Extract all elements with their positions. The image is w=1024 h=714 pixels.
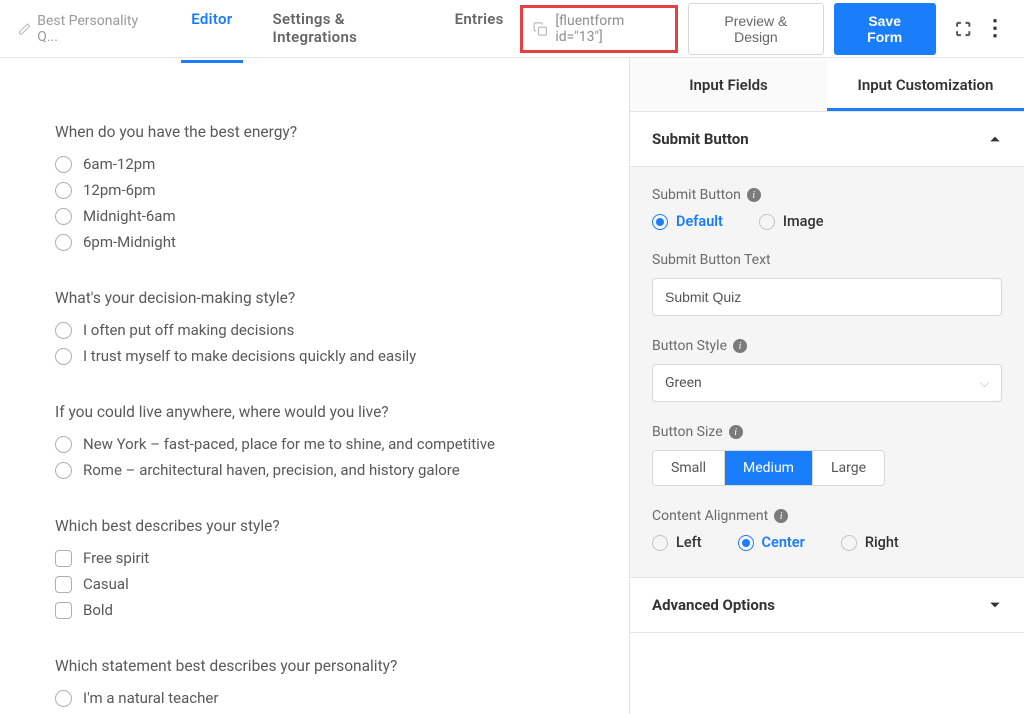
radio-icon: [55, 234, 72, 251]
info-icon[interactable]: i: [747, 188, 761, 202]
question-block: If you could live anywhere, where would …: [55, 403, 574, 479]
submit-text-input[interactable]: [652, 278, 1002, 316]
radio-icon: [55, 208, 72, 225]
question-block: Which statement best describes your pers…: [55, 657, 574, 714]
button-style-label: Button Style i: [652, 338, 1002, 354]
button-size-group: Small Medium Large: [652, 450, 885, 486]
form-title[interactable]: Best Personality Q...: [18, 13, 155, 45]
nav-tabs: Editor Settings & Integrations Entries: [181, 0, 513, 63]
submit-type-group: Default Image: [652, 213, 1002, 230]
option-label: New York – fast-paced, place for me to s…: [83, 435, 495, 453]
chevron-up-icon: [988, 132, 1002, 146]
main-content: When do you have the best energy? 6am-12p…: [0, 58, 1024, 714]
option-label: Bold: [83, 601, 113, 619]
form-title-text: Best Personality Q...: [37, 13, 155, 45]
copy-icon: [533, 21, 548, 37]
radio-icon: [55, 182, 72, 199]
question-block: When do you have the best energy? 6am-12p…: [55, 123, 574, 251]
pencil-icon: [18, 22, 31, 36]
tab-settings[interactable]: Settings & Integrations: [263, 0, 425, 63]
option-label: I often put off making decisions: [83, 321, 294, 339]
option-row[interactable]: Free spirit: [55, 549, 574, 567]
info-icon[interactable]: i: [729, 425, 743, 439]
size-large[interactable]: Large: [813, 451, 884, 485]
tab-entries[interactable]: Entries: [445, 0, 514, 63]
option-row[interactable]: 6pm-Midnight: [55, 233, 574, 251]
question-block: Which best describes your style? Free spi…: [55, 517, 574, 619]
radio-icon: [55, 690, 72, 707]
option-row[interactable]: Midnight-6am: [55, 207, 574, 225]
question-text: What's your decision-making style?: [55, 289, 574, 307]
tab-editor[interactable]: Editor: [181, 0, 242, 63]
submit-type-label: Submit Button i: [652, 187, 1002, 203]
radio-icon: [55, 436, 72, 453]
size-medium[interactable]: Medium: [725, 451, 813, 485]
alignment-group: Left Center Right: [652, 534, 1002, 551]
option-row[interactable]: Casual: [55, 575, 574, 593]
shortcode-box[interactable]: [fluentform id="13"]: [520, 5, 678, 53]
option-label: 6pm-Midnight: [83, 233, 176, 251]
option-row[interactable]: New York – fast-paced, place for me to s…: [55, 435, 574, 453]
section-submit-header[interactable]: Submit Button: [630, 112, 1024, 167]
option-row[interactable]: I trust myself to make decisions quickly…: [55, 347, 574, 365]
option-row[interactable]: 6am-12pm: [55, 155, 574, 173]
radio-icon: [55, 348, 72, 365]
question-text: Which statement best describes your pers…: [55, 657, 574, 675]
chevron-down-icon: [988, 598, 1002, 612]
sidebar-tab-input-fields[interactable]: Input Fields: [630, 58, 827, 111]
info-icon[interactable]: i: [733, 339, 747, 353]
radio-icon: [55, 156, 72, 173]
question-text: If you could live anywhere, where would …: [55, 403, 574, 421]
checkbox-icon: [55, 576, 72, 593]
button-size-label: Button Size i: [652, 424, 1002, 440]
option-label: Free spirit: [83, 549, 149, 567]
sidebar-tab-customization[interactable]: Input Customization: [827, 58, 1024, 111]
checkbox-icon: [55, 602, 72, 619]
option-label: I trust myself to make decisions quickly…: [83, 347, 416, 365]
chevron-down-icon: ⌵: [980, 376, 989, 391]
option-row[interactable]: I often put off making decisions: [55, 321, 574, 339]
section-submit-title: Submit Button: [652, 130, 749, 148]
option-row[interactable]: Bold: [55, 601, 574, 619]
button-style-select[interactable]: Green ⌵: [652, 364, 1002, 402]
align-right[interactable]: Right: [841, 534, 899, 551]
section-advanced-header[interactable]: Advanced Options: [630, 578, 1024, 633]
sidebar: Input Fields Input Customization Submit …: [629, 58, 1024, 714]
question-block: What's your decision-making style? I ofte…: [55, 289, 574, 365]
question-text: Which best describes your style?: [55, 517, 574, 535]
more-icon[interactable]: ⋮: [984, 16, 1006, 41]
radio-icon: [55, 462, 72, 479]
section-advanced-title: Advanced Options: [652, 596, 775, 614]
option-label: I'm a natural teacher: [83, 689, 218, 707]
submit-text-label: Submit Button Text: [652, 252, 1002, 268]
align-left[interactable]: Left: [652, 534, 702, 551]
question-text: When do you have the best energy?: [55, 123, 574, 141]
option-label: Casual: [83, 575, 129, 593]
sidebar-tabs: Input Fields Input Customization: [630, 58, 1024, 112]
top-bar: Best Personality Q... Editor Settings & …: [0, 0, 1024, 58]
checkbox-icon: [55, 550, 72, 567]
size-small[interactable]: Small: [653, 451, 725, 485]
top-right: [fluentform id="13"] Preview & Design Sa…: [520, 3, 1006, 55]
alignment-label: Content Alignment i: [652, 508, 1002, 524]
submit-type-default[interactable]: Default: [652, 213, 723, 230]
option-label: Midnight-6am: [83, 207, 176, 225]
fullscreen-icon[interactable]: [954, 19, 972, 39]
option-row[interactable]: 12pm-6pm: [55, 181, 574, 199]
form-canvas: When do you have the best energy? 6am-12p…: [0, 58, 629, 714]
align-center[interactable]: Center: [738, 534, 805, 551]
option-label: Rome – architectural haven, precision, a…: [83, 461, 460, 479]
submit-type-image[interactable]: Image: [759, 213, 824, 230]
option-row[interactable]: Rome – architectural haven, precision, a…: [55, 461, 574, 479]
save-button[interactable]: Save Form: [834, 3, 936, 55]
option-label: 12pm-6pm: [83, 181, 156, 199]
info-icon[interactable]: i: [774, 509, 788, 523]
option-label: 6am-12pm: [83, 155, 155, 173]
option-row[interactable]: I'm a natural teacher: [55, 689, 574, 707]
shortcode-text: [fluentform id="13"]: [555, 13, 665, 45]
preview-button[interactable]: Preview & Design: [688, 3, 824, 55]
radio-icon: [55, 322, 72, 339]
section-submit-body: Submit Button i Default Image Submit But…: [630, 167, 1024, 578]
